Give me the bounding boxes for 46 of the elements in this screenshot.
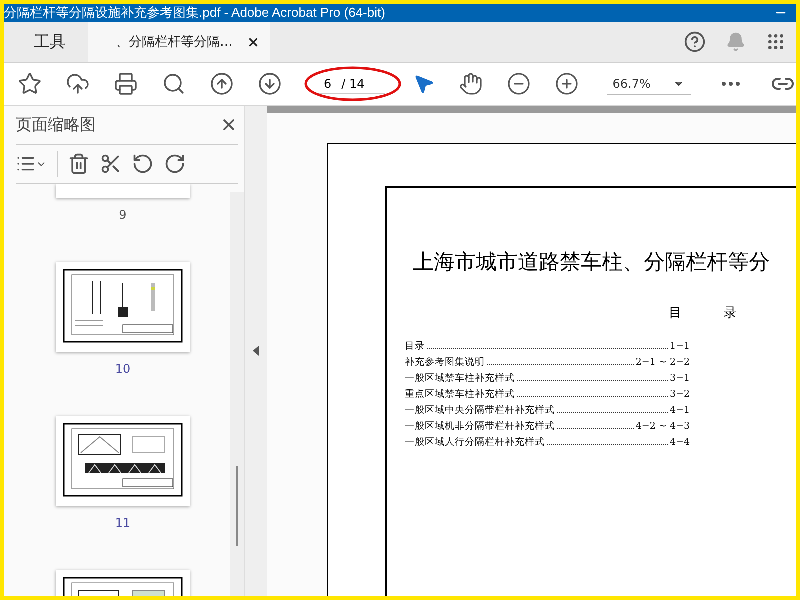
scrollbar-thumb[interactable] [236, 466, 238, 546]
zoom-out-icon[interactable] [506, 72, 531, 96]
toc-entry: 补充参考图集说明 [405, 356, 485, 369]
toc-heading: 录 [724, 305, 737, 322]
collapse-arrow-icon[interactable] [253, 346, 259, 356]
apps-grid-icon[interactable] [766, 32, 786, 52]
hand-icon[interactable] [458, 72, 483, 96]
cloud-upload-icon[interactable] [66, 72, 90, 96]
page-thumbnail[interactable] [56, 262, 190, 352]
toc-entry: 一般区域禁车柱补充样式 [405, 372, 515, 385]
document-title: 上海市城市道路禁车柱、分隔栏杆等分 [413, 249, 771, 276]
rotate-left-icon[interactable] [132, 153, 154, 175]
toc-page: 2−1 ~ 2−2 [636, 357, 690, 368]
toc-entry: 一般区域人行分隔栏杆补充样式 [405, 436, 545, 449]
page-label: 9 [119, 208, 127, 222]
arrow-down-icon[interactable] [258, 72, 282, 96]
printer-icon[interactable] [114, 72, 138, 96]
page-thumbnail[interactable] [56, 416, 190, 506]
close-icon[interactable] [247, 36, 260, 48]
toc-page: 3−2 [670, 389, 690, 400]
toc-entry: 一般区域机非分隔带栏杆补充样式 [405, 420, 555, 433]
page-label: 10 [115, 362, 131, 376]
page-label: 11 [115, 516, 131, 530]
zoom-field[interactable]: 66.7% [606, 74, 691, 94]
zoom-search-icon[interactable] [162, 72, 186, 96]
window-title: 分隔栏杆等分隔设施补充参考图集.pdf - Adobe Acrobat Pro (64-bit) [4, 4, 386, 22]
star-icon[interactable] [18, 72, 42, 96]
toc-page: 1−1 [670, 341, 690, 352]
tab[interactable]: 工具 [4, 22, 88, 62]
toc-page: 4−1 [670, 405, 690, 416]
toc-page: 3−1 [670, 373, 690, 384]
tab[interactable]: 、分隔栏杆等分隔… [88, 22, 270, 62]
arrow-up-icon[interactable] [210, 72, 234, 96]
toc-entry: 一般区域中央分隔带栏杆补充样式 [405, 404, 555, 417]
toc-entry: 重点区域禁车柱补充样式 [405, 388, 515, 401]
trash-icon[interactable] [68, 153, 90, 175]
scissors-icon[interactable] [100, 153, 122, 175]
toc-heading: 目 [669, 305, 682, 322]
page-thumbnail[interactable] [56, 184, 190, 198]
panel-title: 页面缩略图 [16, 114, 96, 136]
toc-page: 4−2 ~ 4−3 [636, 421, 690, 432]
zoom-in-icon[interactable] [554, 72, 579, 96]
toc-entry: 目录 [405, 340, 425, 353]
help-icon[interactable] [684, 31, 706, 53]
toc-page: 4−4 [670, 437, 690, 448]
rotate-right-icon[interactable] [164, 153, 186, 175]
